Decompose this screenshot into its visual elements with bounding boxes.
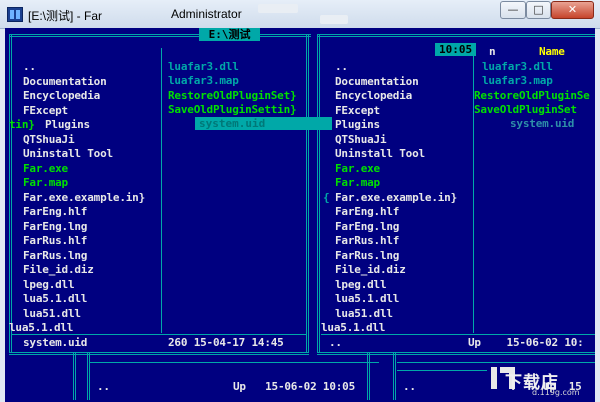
bottom-panel-left-border [73,352,76,400]
file-entry[interactable]: FarRus.hlf [23,234,87,247]
file-entry[interactable]: Documentation [335,75,419,88]
file-entry[interactable]: lua51.dll [335,307,393,320]
file-entry[interactable]: FarRus.lng [335,249,399,262]
file-entry[interactable]: Far.map [335,176,380,189]
file-entry[interactable]: FExcept [23,104,68,117]
file-entry[interactable]: FarRus.lng [23,249,87,262]
right-column-header: n [489,45,496,58]
right-panel-status-divider [321,334,595,335]
right-status-info: Up 15-06-02 10: [468,336,584,349]
left-panel-path-header: E:\测试 [199,28,261,41]
far-app-icon [7,7,23,22]
right-status-filename: .. [329,336,342,349]
file-entry[interactable]: lua5.1.dll [335,292,399,305]
right-panel-bottom-border [317,352,595,355]
maximize-button[interactable]: □ [526,1,551,19]
bottom-right-entry[interactable]: .. [403,380,416,393]
selected-file-cursor[interactable]: system.uid [195,117,332,130]
right-panel-left-border [317,34,320,352]
left-panel-right-border [306,34,309,352]
file-entry[interactable]: Documentation [23,75,107,88]
file-entry[interactable]: File_id.diz [23,263,94,276]
file-entry[interactable]: FarRus.hlf [335,234,399,247]
blurred-caption [320,15,348,24]
truncated-prefix: { [323,190,330,204]
file-entry[interactable]: Far.exe [23,162,68,175]
file-entry[interactable]: Far.exe [335,162,380,175]
file-entry[interactable]: Uninstall Tool [335,147,425,160]
file-entry[interactable]: Far.exe.example.in} [335,191,457,204]
bottom-panel-divider [89,362,379,363]
window-title: [E:\测试] - Far [28,9,103,23]
left-status-filename: system.uid [23,336,88,349]
window-titlebar: [E:\测试] - Far Administrator — □ ✕ [0,0,600,29]
bottom-panel-right-border [367,352,370,400]
left-status-info: 260 15-04-17 14:45 [168,336,284,349]
file-entry[interactable]: FarEng.hlf [23,205,87,218]
file-entry[interactable]: SaveOldPluginSet [474,103,577,116]
file-entry[interactable]: QTShuaJi [23,133,75,146]
file-entry[interactable]: lua5.1.dll [23,292,87,305]
minimize-button[interactable]: — [500,1,526,19]
file-entry[interactable]: Far.map [23,176,68,189]
file-entry[interactable]: system.uid [510,117,574,130]
watermark-url: d.119g.com [532,388,580,397]
bottom-panel-inner-border [87,352,90,400]
file-entry[interactable]: luafar3.dll [168,60,239,73]
bottom-panel-right-border-2 [393,352,396,400]
file-entry[interactable]: QTShuaJi [335,133,387,146]
file-entry[interactable]: luafar3.map [482,74,553,87]
file-entry[interactable]: lpeg.dll [335,278,387,291]
left-panel-left-border [9,34,12,352]
bottom-panel-right-divider-2 [397,370,487,371]
file-entry[interactable]: .. [335,60,348,73]
file-entry[interactable]: Encyclopedia [23,89,100,102]
file-entry[interactable]: FarEng.lng [335,220,399,233]
file-entry[interactable]: Encyclopedia [335,89,412,102]
clock: 10:05 [435,43,477,56]
right-name-header: Name [539,45,565,58]
left-panel-bottom-border [9,352,309,355]
bottom-panel-entry[interactable]: .. [97,380,110,393]
bottom-panel-info: Up 15-06-02 10:05 [233,380,356,393]
close-button[interactable]: ✕ [551,1,594,19]
blurred-caption [258,4,298,13]
file-entry[interactable]: RestoreOldPluginSe [474,89,590,102]
file-entry[interactable]: lpeg.dll [23,278,75,291]
right-panel-top-border [317,34,595,37]
file-entry[interactable]: Far.exe.example.in} [23,191,145,204]
file-entry[interactable]: luafar3.dll [482,60,553,73]
file-entry[interactable]: lua5.1.dll [9,321,73,334]
left-panel-top-border [9,34,311,37]
file-entry[interactable]: FExcept [335,104,380,117]
file-entry[interactable]: SaveOldPluginSettin} [168,103,297,116]
file-entry[interactable]: Uninstall Tool [23,147,113,160]
file-entry[interactable]: lua51.dll [23,307,81,320]
file-entry[interactable]: RestoreOldPluginSet} [168,89,297,102]
file-entry[interactable]: File_id.diz [335,263,406,276]
file-entry[interactable]: FarEng.hlf [335,205,399,218]
file-entry[interactable]: lua5.1.dll [321,321,385,334]
file-entry[interactable]: Plugins [45,118,90,131]
left-panel-status-divider [11,334,307,335]
left-panel-column-divider [161,48,162,333]
file-entry[interactable]: FarEng.lng [23,220,87,233]
file-entry[interactable]: luafar3.map [168,74,239,87]
file-entry[interactable]: Plugins [335,118,380,131]
file-entry[interactable]: .. [23,60,36,73]
far-console: E:\测试 10:05 n Name .. Documentation Encycl… [5,28,595,402]
window-user: Administrator [171,7,242,21]
truncated-prefix: tin} [9,118,35,131]
